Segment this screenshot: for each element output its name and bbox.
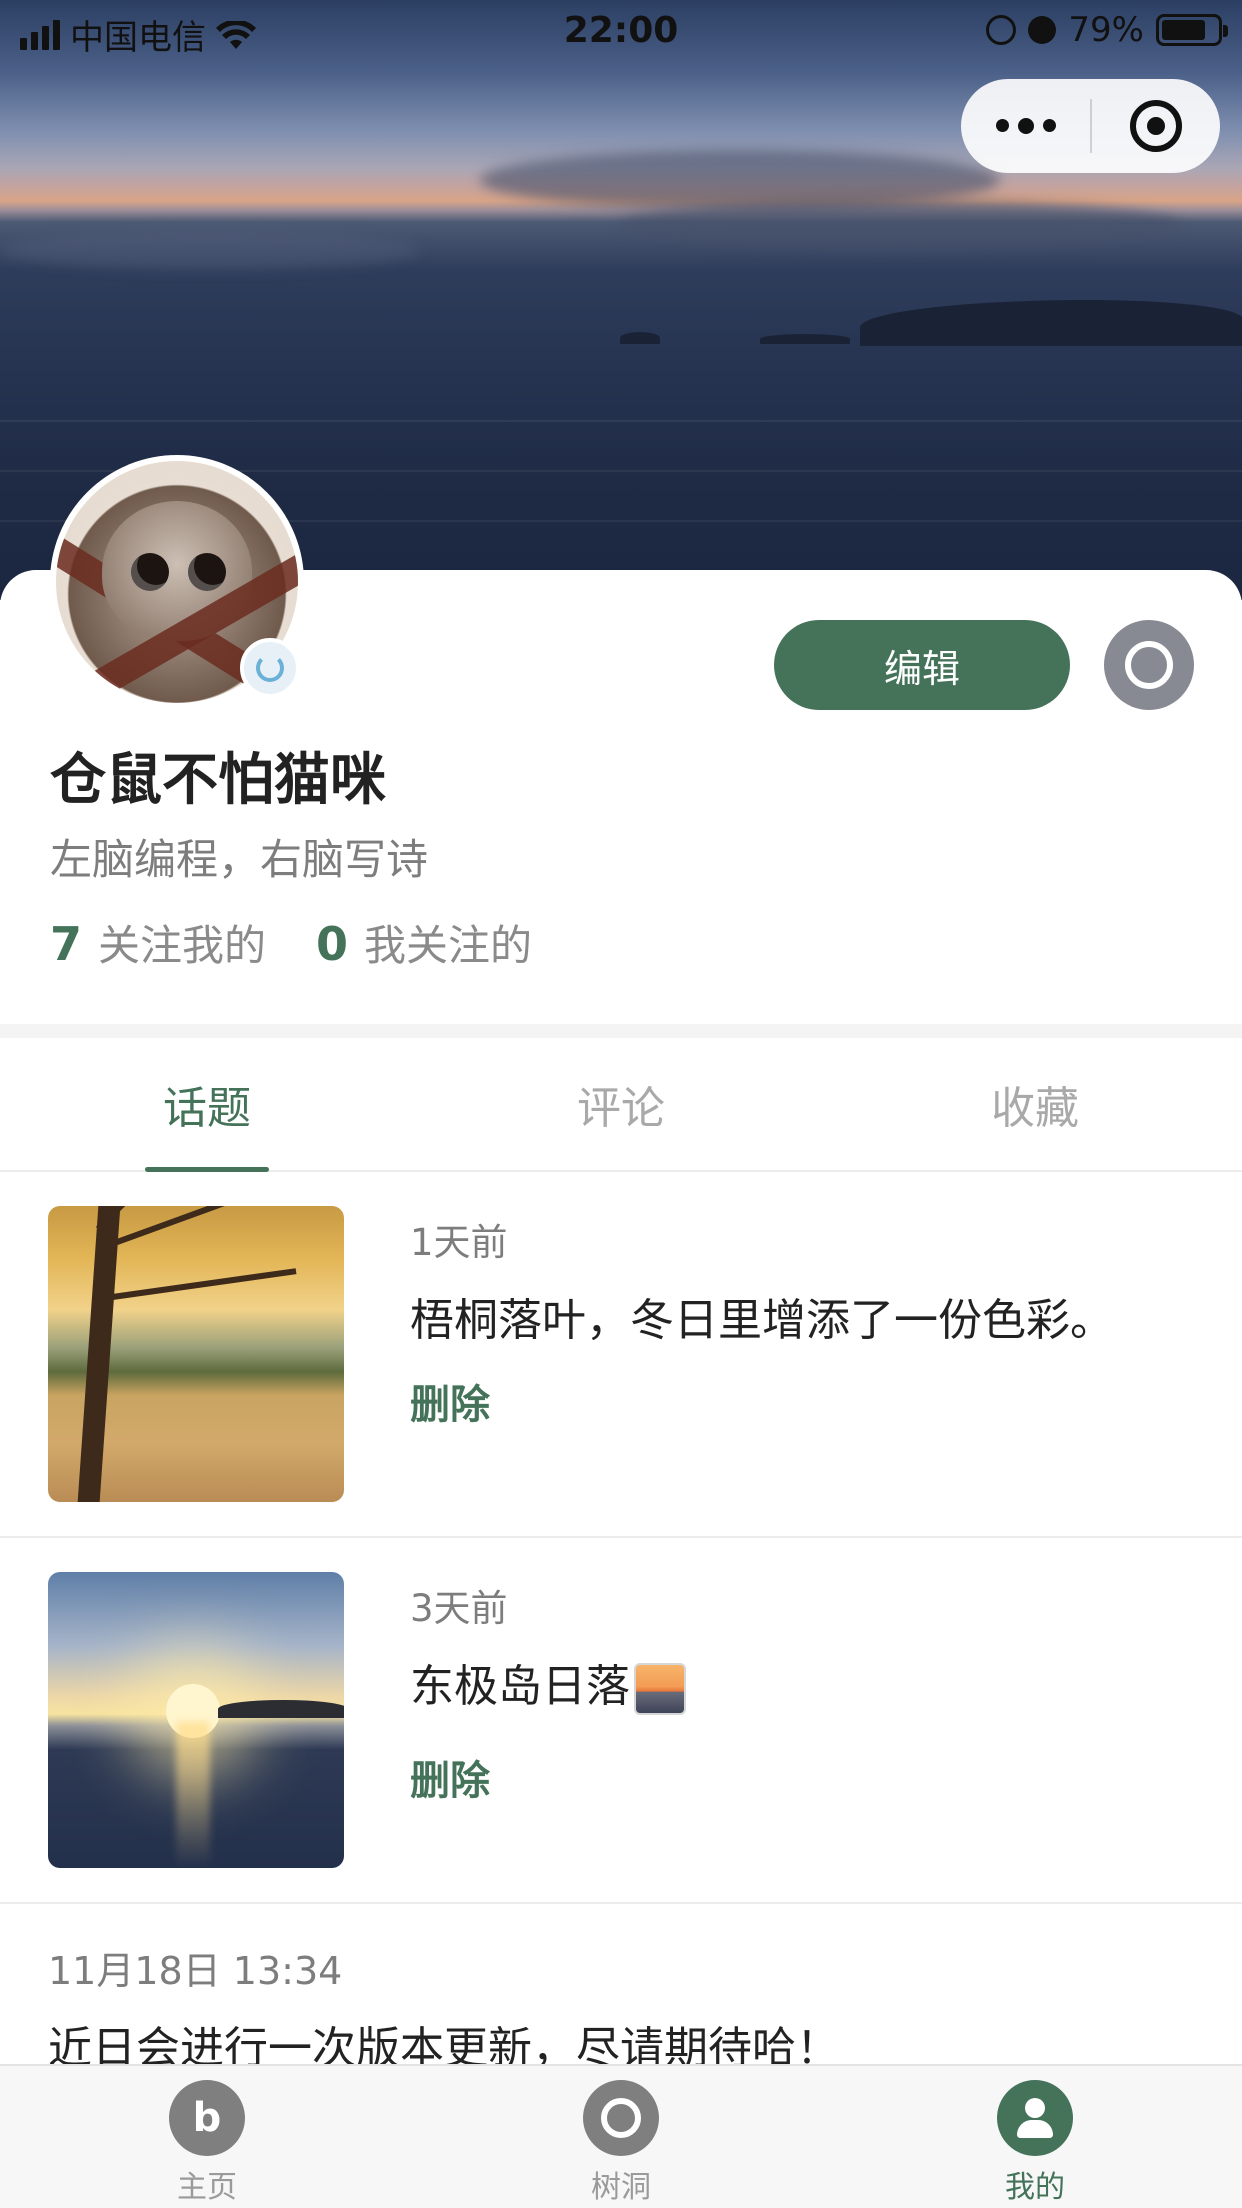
edit-profile-button[interactable]: 编辑 [774, 620, 1070, 710]
list-item[interactable]: 1天前 梧桐落叶，冬日里增添了一份色彩。 删除 [0, 1172, 1242, 1538]
list-item[interactable]: 3天前 东极岛日落 删除 [0, 1538, 1242, 1904]
status-bar: 中国电信 22:00 79% [0, 0, 1242, 60]
followers-count[interactable]: 7 [50, 917, 82, 971]
follow-stats: 7 关注我的 0 我关注的 [50, 912, 532, 973]
post-text[interactable]: 东极岛日落 [410, 1650, 686, 1715]
capsule-close-button[interactable] [1092, 100, 1220, 152]
following-label[interactable]: 我关注的 [364, 912, 532, 973]
tree-hole-icon [583, 2080, 659, 2156]
alarm-icon [1028, 16, 1057, 44]
battery-percent: 79% [1068, 10, 1144, 50]
tabbar-label: 主页 [177, 2170, 237, 2205]
tabbar-label: 树洞 [591, 2170, 651, 2205]
battery-icon [1156, 14, 1228, 46]
home-icon: b [169, 2080, 245, 2156]
post-time: 1天前 [410, 1221, 508, 1264]
settings-button[interactable] [1104, 620, 1194, 710]
post-text[interactable]: 梧桐落叶，冬日里增添了一份色彩。 [410, 1284, 1114, 1348]
tab-comments[interactable]: 评论 [414, 1038, 828, 1170]
following-count[interactable]: 0 [316, 917, 348, 971]
content-tabs: 话题 评论 收藏 [0, 1038, 1242, 1172]
tab-topics[interactable]: 话题 [0, 1038, 414, 1170]
profile-icon [997, 2080, 1073, 2156]
avatar-refresh-badge[interactable] [240, 638, 300, 698]
post-image[interactable] [48, 1206, 344, 1502]
delete-link[interactable]: 删除 [410, 1748, 490, 1806]
bottom-tab-bar: b 主页 树洞 我的 [0, 2064, 1242, 2208]
refresh-icon [256, 654, 284, 682]
miniprogram-capsule [961, 79, 1220, 173]
post-image[interactable] [48, 1572, 344, 1868]
post-time: 3天前 [410, 1587, 508, 1630]
tabbar-label: 我的 [1005, 2170, 1065, 2205]
followers-label[interactable]: 关注我的 [98, 912, 266, 973]
settings-ring-icon [1125, 641, 1173, 689]
tabbar-item-home[interactable]: b 主页 [0, 2066, 414, 2208]
post-text-content: 东极岛日落 [410, 1661, 630, 1712]
tab-favorites[interactable]: 收藏 [828, 1038, 1242, 1170]
tabbar-item-tree-hole[interactable]: 树洞 [414, 2066, 828, 2208]
profile-bio: 左脑编程，右脑写诗 [50, 835, 429, 884]
delete-link[interactable]: 删除 [410, 1372, 490, 1430]
profile-nickname: 仓鼠不怕猫咪 [50, 748, 386, 813]
tabbar-item-mine[interactable]: 我的 [828, 2066, 1242, 2208]
target-close-icon [1130, 100, 1182, 152]
sunrise-emoji-icon [634, 1663, 686, 1715]
section-divider [0, 1024, 1242, 1038]
more-dots-icon[interactable] [961, 117, 1090, 134]
orientation-lock-icon [986, 15, 1017, 45]
notice-time: 11月18日 13:34 [48, 1949, 343, 1993]
